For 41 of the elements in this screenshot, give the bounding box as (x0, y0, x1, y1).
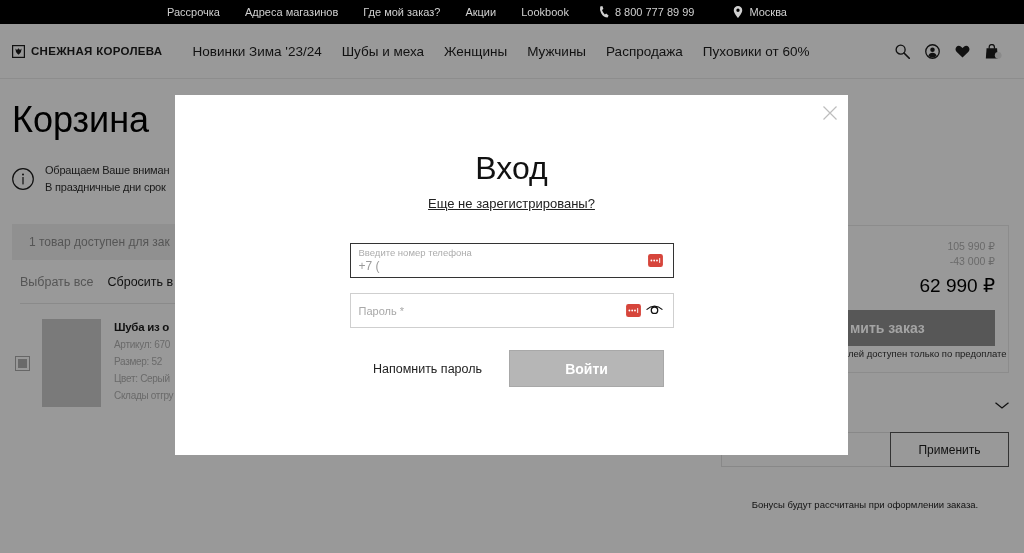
eye-icon[interactable] (646, 305, 663, 315)
bonus-note: Бонусы будут рассчитаны при оформлении заказа. (750, 498, 980, 512)
logo-icon[interactable] (12, 44, 25, 58)
register-link[interactable]: Еще не зарегистрированы? (428, 196, 595, 212)
top-link[interactable]: Lookbook (521, 6, 569, 18)
nav-link[interactable]: Новинки Зима '23/24 (192, 43, 322, 59)
page-title: Корзина (12, 100, 150, 140)
user-icon[interactable] (925, 43, 940, 59)
product-name[interactable]: Шуба из о (114, 319, 169, 335)
password-field[interactable]: Пароль * (349, 293, 674, 328)
location-pin-icon (733, 6, 744, 18)
password-dots-icon[interactable] (648, 254, 663, 267)
nav-link[interactable]: Мужчины (527, 43, 587, 59)
shopping-bag-icon[interactable] (985, 43, 1002, 59)
apply-button[interactable]: Применить (890, 432, 1009, 467)
top-link[interactable]: Акции (465, 6, 497, 18)
availability-banner: 1 товар доступен для зак (12, 224, 175, 260)
top-link[interactable]: Где мой заказ? (363, 6, 441, 18)
phone-icon (598, 6, 609, 18)
nav-link[interactable]: Женщины (444, 43, 508, 59)
reset-selection-link[interactable]: Сбросить в (107, 272, 174, 292)
nav-link[interactable]: Распродажа (606, 43, 683, 59)
remind-password-link[interactable]: Напомнить пароль (372, 361, 482, 376)
total-price: 62 990 ₽ (919, 274, 995, 298)
checkout-note: лей доступен только по предоплате (848, 347, 1007, 361)
nav-link[interactable]: Пуховики от 60% (702, 43, 810, 59)
phone-number-link[interactable]: 8 800 777 89 99 (614, 6, 695, 18)
top-link[interactable]: Адреса магазинов (245, 6, 339, 18)
notice-text: Обращаем Ваше вниман (45, 163, 170, 178)
nav-link[interactable]: Шубы и меха (341, 43, 425, 59)
password-dots-icon[interactable] (626, 304, 641, 317)
notice-text: В праздничные дни срок (45, 180, 166, 195)
search-icon[interactable] (895, 43, 910, 59)
logo-text[interactable]: СНЕЖНАЯ КОРОЛЕВА (31, 45, 163, 57)
city-link[interactable]: Москва (749, 6, 787, 18)
heart-icon[interactable] (955, 43, 970, 59)
dialog-title: Вход (475, 149, 548, 187)
top-link[interactable]: Рассрочка (167, 6, 220, 18)
item-checkbox[interactable] (15, 355, 30, 371)
chevron-down-icon[interactable] (995, 402, 1009, 409)
info-icon (12, 168, 34, 190)
